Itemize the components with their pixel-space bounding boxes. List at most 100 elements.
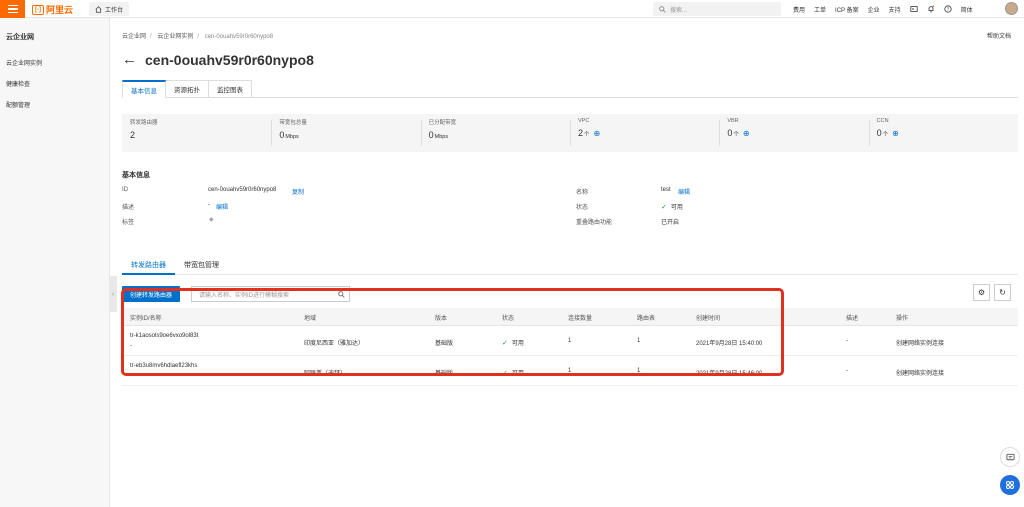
router-region: 阿联酋（迪拜） [304, 371, 347, 377]
hamburger-menu-icon[interactable] [0, 0, 25, 18]
chat-feedback-icon[interactable] [1000, 447, 1020, 467]
router-name: - [130, 373, 132, 379]
sidebar-item-health-check[interactable]: 健康检查 [6, 79, 30, 88]
router-name: - [130, 343, 132, 349]
router-version: 基础版 [435, 371, 454, 377]
sidebar-item-quota[interactable]: 配额管理 [6, 100, 30, 109]
router-desc: - [846, 338, 848, 344]
home-icon [95, 5, 102, 13]
stat-label: VBR [727, 118, 739, 124]
create-connection-link[interactable]: 创建网络实例连接 [896, 368, 944, 377]
user-avatar[interactable] [1005, 2, 1018, 15]
status-label: 状态 [576, 205, 589, 211]
workbench-label: 工作台 [105, 7, 124, 14]
copy-id-button[interactable]: 复制 [292, 187, 304, 196]
name-label: 名称 [576, 190, 589, 196]
logo-mark: [-] [32, 4, 44, 15]
overlap-route-value: 已开启 [661, 220, 680, 226]
router-id-link[interactable]: tr-k1aosols9oe6vxo9ol83t [130, 333, 198, 339]
table-row: tr-eb3u8mv6hdlaefl23khs - 阿联酋（迪拜） 基础版 ✓ 可… [122, 356, 1018, 386]
nav-support[interactable]: 支持 [889, 5, 901, 14]
id-label: ID [122, 187, 128, 193]
global-search-input[interactable]: 搜索... [653, 2, 781, 16]
svg-text:?: ? [946, 7, 949, 13]
stat-label: 转发路由器 [130, 120, 158, 126]
router-region: 印度尼西亚（雅加达） [304, 341, 365, 347]
top-bar: [-] 阿里云 工作台 搜索... 费用 工单 ICP 备案 企业 支持 ? 简… [0, 0, 1024, 18]
settings-gear-icon[interactable]: ⚙ [973, 284, 990, 301]
tab-monitoring[interactable]: 监控图表 [209, 80, 252, 98]
add-vbr-icon[interactable]: ⊕ [743, 129, 750, 138]
edit-name-button[interactable]: 编辑 [678, 187, 690, 196]
tab-transit-routers[interactable]: 转发路由器 [122, 259, 175, 275]
breadcrumb-cen-instances[interactable]: 云企业网实例 [157, 34, 193, 40]
stat-value: 0 [727, 128, 733, 138]
aliyun-logo[interactable]: [-] 阿里云 [32, 3, 73, 16]
stat-value: 0 [876, 128, 882, 138]
stat-value: 0 [428, 130, 434, 140]
search-icon[interactable] [338, 290, 345, 298]
name-value: test [661, 187, 671, 193]
nav-icp[interactable]: ICP 备案 [835, 5, 859, 14]
desc-label: 描述 [122, 205, 135, 211]
search-placeholder: 搜索... [670, 7, 688, 14]
detail-tabs: 基本信息 资源拓扑 监控图表 [122, 80, 252, 98]
tab-bandwidth-packages[interactable]: 带宽包管理 [175, 259, 228, 275]
table-search-input[interactable]: 请输入名称、实例ID进行模糊搜索 [191, 286, 350, 302]
sidebar-item-cen-instances[interactable]: 云企业网实例 [6, 58, 42, 67]
help-icon[interactable]: ? [944, 5, 952, 13]
router-created: 2021年9月28日 15:46:00 [696, 371, 763, 377]
stats-panel: 转发路由器 2 带宽包总量 0 Mbps 已分配带宽 0 Mbps VPC 2 个 ⊕ … [122, 114, 1018, 152]
id-value: cen-0ouahv59r0r60nypo8 [208, 187, 277, 193]
language-switch[interactable]: 简体 [961, 5, 973, 14]
th-version: 版本 [435, 316, 448, 322]
sub-tabs: 转发路由器 带宽包管理 [122, 259, 228, 275]
refresh-icon[interactable]: ↻ [994, 284, 1011, 301]
tab-topology[interactable]: 资源拓扑 [166, 80, 209, 98]
create-connection-link[interactable]: 创建网络实例连接 [896, 338, 944, 347]
nav-fees[interactable]: 费用 [793, 5, 805, 14]
stat-label: 已分配带宽 [428, 120, 457, 126]
status-text: 可用 [511, 341, 524, 347]
table-row: tr-k1aosols9oe6vxo9ol83t - 印度尼西亚（雅加达） 基础… [122, 326, 1018, 356]
apps-grid-icon[interactable] [1000, 475, 1020, 495]
router-id-link[interactable]: tr-eb3u8mv6hdlaefl23khs [130, 363, 197, 369]
back-arrow-icon[interactable]: ← [122, 51, 137, 68]
stat-unit: Mbps [285, 134, 299, 140]
sidebar-collapse-handle[interactable]: ‹ [109, 276, 117, 312]
check-icon: ✓ [502, 370, 508, 377]
bell-icon[interactable] [927, 5, 935, 13]
breadcrumb-cen[interactable]: 云企业网 [122, 34, 146, 40]
stat-unit: Mbps [434, 134, 449, 140]
terminal-icon[interactable] [910, 5, 918, 13]
status-value: ✓ 可用 [661, 202, 683, 211]
router-route-tables-link[interactable]: 1 [637, 338, 640, 344]
tab-basic-info[interactable]: 基本信息 [122, 80, 166, 98]
router-desc: - [846, 368, 848, 374]
router-connections: 1 [568, 338, 572, 344]
stat-bandwidth-total: 带宽包总量 0 Mbps [271, 114, 420, 152]
router-route-tables-link[interactable]: 1 [637, 368, 640, 374]
th-description: 描述 [846, 316, 859, 322]
status-text: 可用 [511, 371, 524, 377]
add-vpc-icon[interactable]: ⊕ [594, 129, 601, 138]
create-transit-router-button[interactable]: 创建转发路由器 [122, 286, 181, 302]
router-status: ✓ 可用 [502, 338, 524, 347]
nav-tickets[interactable]: 工单 [814, 5, 826, 14]
stat-vpc: VPC 2 个 ⊕ [569, 114, 719, 152]
workbench-button[interactable]: 工作台 [89, 2, 130, 16]
tag-label: 标签 [122, 220, 135, 226]
table-search-placeholder: 请输入名称、实例ID进行模糊搜索 [199, 292, 290, 299]
th-created: 创建时间 [696, 316, 721, 322]
th-status: 状态 [502, 316, 515, 322]
edit-desc-button[interactable]: 编辑 [216, 202, 228, 211]
nav-enterprise[interactable]: 企业 [868, 5, 880, 14]
router-version: 基础版 [435, 341, 454, 347]
stat-unit: 个 [584, 132, 590, 138]
router-status: ✓ 可用 [502, 368, 524, 377]
router-created: 2021年9月28日 15:40:00 [696, 341, 763, 347]
add-ccn-icon[interactable]: ⊕ [892, 129, 899, 138]
status-text: 可用 [670, 205, 683, 211]
help-docs-link[interactable]: 帮助文档 [987, 31, 1011, 40]
tag-icon[interactable]: ◆ [209, 216, 214, 223]
